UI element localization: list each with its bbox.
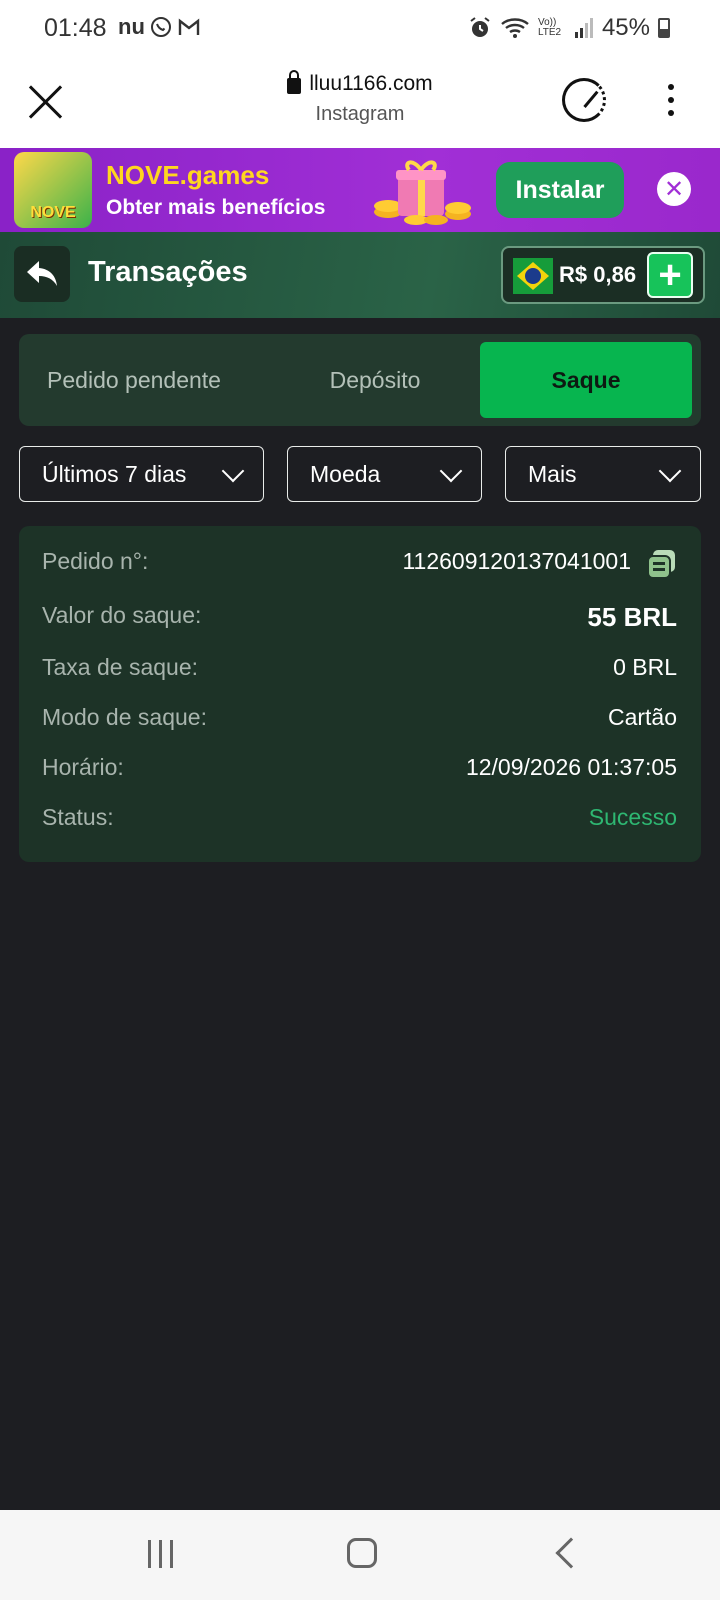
system-nav-bar <box>0 1510 720 1600</box>
speedometer-icon[interactable] <box>562 78 606 122</box>
order-number-row: Pedido n°: 112609120137041001 <box>42 548 677 582</box>
app-header: Transações R$ 0,86 + <box>0 232 720 318</box>
brazil-flag-icon <box>513 258 553 294</box>
withdraw-fee-value: 0 BRL <box>613 654 677 680</box>
battery-icon <box>658 18 670 38</box>
balance-widget: R$ 0,86 + <box>501 246 705 304</box>
time-label: Horário: <box>42 754 124 780</box>
withdraw-amount-value: 55 BRL <box>587 602 677 632</box>
time-value: 12/09/2026 01:37:05 <box>465 754 677 780</box>
order-number-label: Pedido n°: <box>42 548 149 574</box>
close-banner-icon[interactable]: ✕ <box>657 172 691 206</box>
withdraw-mode-label: Modo de saque: <box>42 704 207 730</box>
back-button[interactable] <box>14 246 70 302</box>
more-filters-dropdown[interactable]: Mais <box>505 446 701 502</box>
currency-dropdown[interactable]: Moeda <box>287 446 482 502</box>
balance-amount: R$ 0,86 <box>559 262 637 287</box>
whatsapp-icon <box>150 17 171 37</box>
time-row: Horário: 12/09/2026 01:37:05 <box>42 754 677 788</box>
withdraw-amount-row: Valor do saque: 55 BRL <box>42 602 677 636</box>
home-icon[interactable] <box>347 1538 377 1568</box>
browser-toolbar: lluu1166.com Instagram <box>0 56 720 148</box>
date-range-label: Últimos 7 dias <box>42 460 187 487</box>
order-number-value: 112609120137041001 <box>402 548 631 574</box>
alarm-icon <box>470 17 490 37</box>
nubank-icon: nu <box>118 14 145 39</box>
app-logo-text: NOVE <box>30 204 76 221</box>
url-display[interactable]: lluu1166.com Instagram <box>0 70 720 126</box>
withdraw-amount-label: Valor do saque: <box>42 602 202 628</box>
transaction-tabs: Pedido pendente Depósito Saque <box>19 334 701 426</box>
back-arrow-icon <box>27 261 57 286</box>
gmail-icon <box>178 18 200 35</box>
back-nav-icon[interactable] <box>555 1537 587 1569</box>
date-range-dropdown[interactable]: Últimos 7 dias <box>19 446 264 502</box>
status-label: Status: <box>42 804 114 830</box>
tab-pending-order[interactable]: Pedido pendente <box>19 342 249 418</box>
promo-title: NOVE.games <box>106 160 270 190</box>
withdraw-mode-row: Modo de saque: Cartão <box>42 704 677 738</box>
withdraw-fee-row: Taxa de saque: 0 BRL <box>42 654 677 688</box>
currency-label: Moeda <box>310 460 381 487</box>
lte-indicator: Vo)) LTE2 <box>537 17 562 38</box>
install-button[interactable]: Instalar <box>496 162 624 218</box>
promo-banner[interactable]: NOVE NOVE.games Obter mais benefícios In… <box>0 148 720 232</box>
status-row: Status: Sucesso <box>42 804 677 838</box>
tab-deposit[interactable]: Depósito <box>265 342 485 418</box>
withdraw-fee-label: Taxa de saque: <box>42 654 199 680</box>
tab-withdraw[interactable]: Saque <box>480 342 692 418</box>
more-filters-label: Mais <box>528 460 577 487</box>
wifi-icon <box>501 18 529 38</box>
chevron-down-icon <box>221 459 245 483</box>
gift-coins-icon <box>374 160 471 225</box>
url-text: lluu1166.com <box>309 72 433 95</box>
chevron-down-icon <box>439 459 463 483</box>
promo-subtitle: Obter mais benefícios <box>106 196 326 219</box>
chevron-down-icon <box>658 459 682 483</box>
signal-icon <box>574 18 593 38</box>
transaction-card: Pedido n°: 112609120137041001 Valor do s… <box>19 526 701 862</box>
battery-percent: 45% <box>601 14 650 41</box>
copy-icon[interactable] <box>647 548 677 580</box>
system-status: Vo)) LTE2 45% <box>468 14 670 42</box>
more-options-icon[interactable] <box>668 84 676 120</box>
withdraw-mode-value: Cartão <box>607 704 677 730</box>
page-title: Transações <box>88 256 248 288</box>
status-bar: 01:48 nu Vo)) LTE2 45% <box>0 0 720 56</box>
url-subtitle: Instagram <box>315 103 405 125</box>
status-time: 01:48 <box>44 14 107 42</box>
recent-apps-icon[interactable] <box>148 1540 173 1568</box>
notification-icons: nu <box>118 14 201 40</box>
lock-icon <box>287 70 302 94</box>
app-logo: NOVE <box>14 152 92 228</box>
add-funds-button[interactable]: + <box>647 252 693 298</box>
status-value: Sucesso <box>588 804 677 830</box>
